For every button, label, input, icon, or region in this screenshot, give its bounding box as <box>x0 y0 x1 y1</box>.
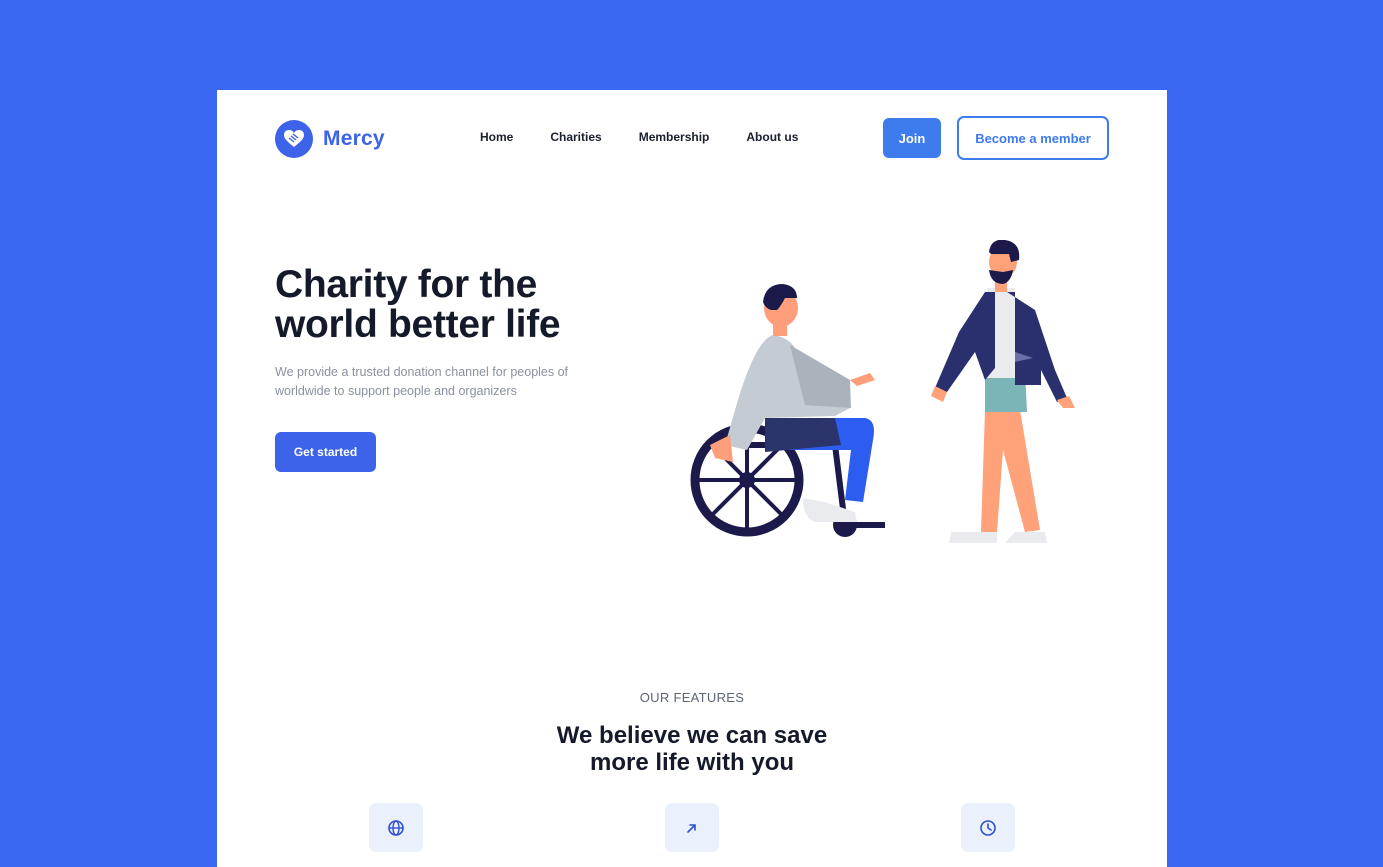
feature-clock-button[interactable] <box>961 803 1015 852</box>
landing-page: Mercy Home Charities Membership About us… <box>217 90 1167 867</box>
feature-arrow-button[interactable] <box>665 803 719 852</box>
hero-subtitle: We provide a trusted donation channel fo… <box>275 365 569 398</box>
nav-about-us[interactable]: About us <box>746 130 798 144</box>
globe-icon <box>388 819 404 836</box>
hero-title: Charity for the world better life <box>275 263 561 346</box>
hero-illustration <box>690 240 1075 543</box>
nav-membership[interactable]: Membership <box>639 130 710 144</box>
clock-icon <box>980 819 996 836</box>
arrow-up-right-icon <box>687 823 696 833</box>
join-button[interactable]: Join <box>883 118 941 158</box>
brand-name: Mercy <box>323 127 385 150</box>
nav-home[interactable]: Home <box>480 130 513 144</box>
nav-charities[interactable]: Charities <box>550 130 601 144</box>
standing-person <box>931 240 1075 543</box>
feature-globe-button[interactable] <box>369 803 423 852</box>
heart-hands-icon <box>275 120 313 158</box>
features-title: We believe we can save more life with yo… <box>556 722 828 776</box>
features-eyebrow: OUR FEATURES <box>639 690 745 705</box>
become-member-button[interactable]: Become a member <box>957 116 1109 160</box>
main-nav: Home Charities Membership About us <box>480 130 798 144</box>
logo[interactable]: Mercy <box>275 120 385 158</box>
wheelchair-person <box>690 284 885 537</box>
get-started-button[interactable]: Get started <box>275 432 376 472</box>
